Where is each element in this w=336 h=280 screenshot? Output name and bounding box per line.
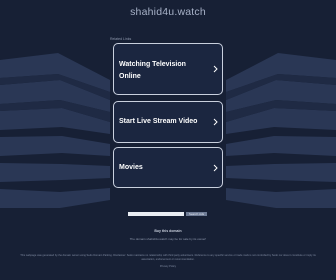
- buy-domain-link[interactable]: Buy this domain: [0, 229, 336, 233]
- search-button[interactable]: Search Ads: [186, 212, 207, 216]
- related-link-label: Watching Television Online: [119, 61, 186, 80]
- domain-title: shahid4u.watch: [130, 6, 206, 18]
- chevron-right-icon: [213, 118, 218, 126]
- related-link-label: Movies: [119, 164, 143, 171]
- privacy-policy-link[interactable]: Privacy Policy: [0, 265, 336, 268]
- related-link-movies[interactable]: Movies: [113, 147, 223, 188]
- search-input[interactable]: [128, 212, 184, 216]
- related-link-watching-television-online[interactable]: Watching Television Online: [113, 43, 223, 95]
- parking-page: shahid4u.watch Related Links Watching Te…: [0, 0, 336, 280]
- disclaimer-text: This webpage was generated by the domain…: [20, 254, 316, 261]
- related-link-label: Start Live Stream Video: [119, 118, 198, 125]
- related-link-start-live-stream-video[interactable]: Start Live Stream Video: [113, 101, 223, 143]
- related-links-heading: Related Links: [110, 37, 132, 41]
- owner-note: The domain shahid4u.watch may be for sal…: [129, 237, 207, 241]
- chevron-right-icon: [213, 164, 218, 171]
- chevron-right-icon: [213, 65, 218, 73]
